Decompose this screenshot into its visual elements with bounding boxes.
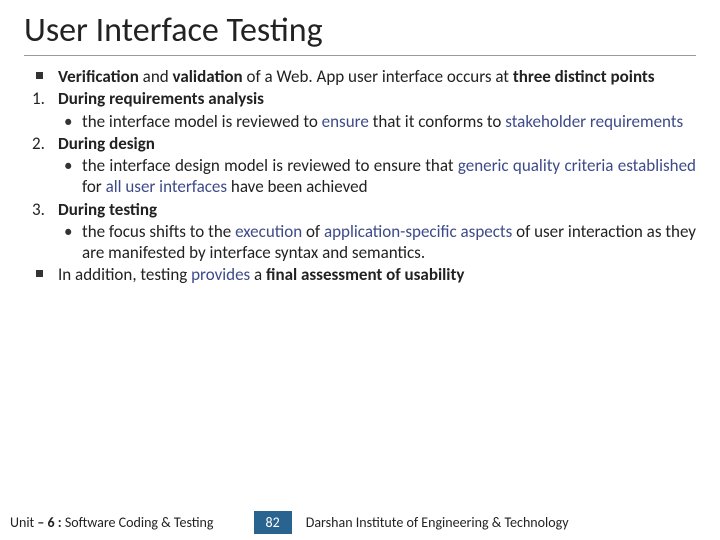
kw-quality-criteria: generic quality criteria established (458, 155, 696, 176)
slide-title: User Interface Testing (24, 10, 696, 56)
item-1-sub: the interface model is reviewed to ensur… (24, 111, 696, 132)
slide-body: Verification and validation of a Web. Ap… (24, 66, 696, 286)
kw-validation: validation (173, 66, 243, 87)
bullet-final: In addition, testing provides a final as… (24, 264, 696, 285)
item-2-number: 2. (32, 133, 45, 154)
item-3-number: 3. (32, 199, 45, 220)
kw-three-points: three distinct points (513, 66, 655, 87)
kw-execution: execution (235, 221, 302, 242)
item-2-sub: the interface design model is reviewed t… (24, 155, 696, 198)
kw-provides: provides (191, 264, 250, 285)
bullet-intro: Verification and validation of a Web. Ap… (24, 66, 696, 87)
slide-footer: Unit – 6 : Software Coding & Testing 82 … (0, 510, 720, 540)
kw-verification: Verification (58, 66, 139, 87)
footer-unit: Unit – 6 : Software Coding & Testing (10, 514, 214, 531)
item-1-title: During requirements analysis (58, 88, 264, 109)
kw-stakeholder-req: stakeholder requirements (505, 111, 683, 132)
item-3-title: During testing (58, 199, 157, 220)
item-3: 3. During testing (24, 199, 696, 220)
item-2-title: During design (58, 133, 155, 154)
kw-ensure: ensure (322, 111, 369, 132)
kw-app-specific: application-specific aspects (324, 221, 516, 242)
item-3-sub: the focus shifts to the execution of app… (24, 221, 696, 264)
slide: User Interface Testing Verification and … (0, 0, 720, 540)
item-1: 1. During requirements analysis (24, 88, 696, 109)
kw-final-assessment: final assessment of usability (266, 264, 464, 285)
footer-institute: Darshan Institute of Engineering & Techn… (306, 514, 710, 531)
page-number: 82 (254, 511, 292, 534)
item-1-number: 1. (32, 88, 45, 109)
kw-all-ui: all user interfaces (106, 176, 227, 197)
item-2: 2. During design (24, 133, 696, 154)
